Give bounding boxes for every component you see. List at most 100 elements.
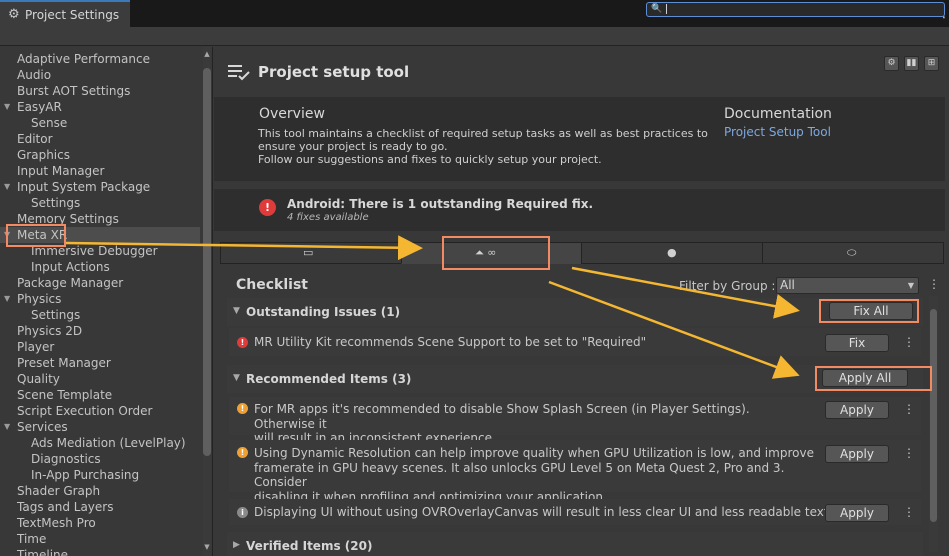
foldout-arrow-icon[interactable]: ▼ [233,373,240,383]
overview-line: ensure your project is ready to go. [258,140,448,153]
sidebar-item-label: Graphics [17,148,70,162]
sidebar-item-label: Preset Manager [17,356,111,370]
settings-sidebar: Adaptive Performance Audio Burst AOT Setti… [0,47,213,556]
sidebar-item[interactable]: ▼ Input System Package [0,179,200,195]
main-scrollbar-thumb[interactable] [930,309,937,522]
sidebar-item[interactable]: ▼ EasyAR [0,99,200,115]
recommendation-text: Displaying UI without using OVROverlayCa… [254,505,833,519]
highlight-android-tab [442,236,550,270]
sidebar-item[interactable]: Physics 2D [0,323,200,339]
sidebar-scrollbar-thumb[interactable] [203,68,211,456]
sidebar-item[interactable]: Package Manager [0,275,200,291]
issue-text: MR Utility Kit recommends Scene Support … [254,335,647,349]
sidebar-item[interactable]: Audio [0,67,200,83]
item-menu-icon[interactable]: ⋮ [903,447,915,459]
overview-line: This tool maintains a checklist of requi… [258,127,708,140]
item-menu-icon[interactable]: ⋮ [903,336,915,348]
recommendation-text: Using Dynamic Resolution can help improv… [254,446,814,504]
layout-icon[interactable]: ▮▮ [904,56,919,71]
sidebar-item-label: Ads Mediation (LevelPlay) [31,436,186,450]
error-icon: ! [237,337,248,348]
sidebar-item[interactable]: Player [0,339,200,355]
sidebar-item[interactable]: ▼ Services [0,419,200,435]
sidebar-item[interactable]: Adaptive Performance [0,51,200,67]
settings-icon[interactable]: ⚙ [884,56,899,71]
sidebar-item-label: Physics [17,292,62,306]
foldout-arrow-icon[interactable]: ▼ [4,99,10,115]
sidebar-item-label: Input System Package [17,180,151,194]
sidebar-item[interactable]: Time [0,531,200,547]
sidebar-item[interactable]: Graphics [0,147,200,163]
highlight-fix-all [819,299,919,323]
sidebar-item[interactable]: Scene Template [0,387,200,403]
sidebar-item[interactable]: Settings [0,307,200,323]
highlight-apply-all [815,366,932,391]
highlight-meta-xr [6,224,66,247]
sidebar-item[interactable]: Diagnostics [0,451,200,467]
tab-title: Project Settings [25,7,120,22]
sidebar-item-label: EasyAR [17,100,62,114]
vr-headset-icon: ⬭ [847,246,857,259]
preset-icon[interactable]: ⊞ [924,56,939,71]
sidebar-item[interactable]: Input Actions [0,259,200,275]
scroll-down-arrow-icon[interactable]: ▼ [203,543,211,551]
fix-button[interactable]: Fix [825,334,889,352]
chevron-down-icon: ▼ [907,281,914,290]
checklist-icon [228,65,250,81]
info-icon: i [237,507,248,518]
sidebar-item[interactable]: Editor [0,131,200,147]
sidebar-item[interactable]: Tags and Layers [0,499,200,515]
sidebar-item-label: TextMesh Pro [17,516,96,530]
sidebar-item-label: Quality [17,372,60,386]
sidebar-item[interactable]: Quality [0,371,200,387]
warning-icon: ! [237,403,248,414]
foldout-arrow-icon[interactable]: ▶ [233,540,240,550]
documentation-link[interactable]: Project Setup Tool [724,125,831,140]
text-line: framerate in GPU heavy scenes. It also u… [254,460,785,490]
apply-button[interactable]: Apply [825,504,889,522]
filter-dropdown[interactable]: All ▼ [776,277,919,294]
page-title: Project setup tool [258,63,410,81]
recommendation-text: For MR apps it's recommended to disable … [254,402,814,446]
sidebar-item-label: Package Manager [17,276,124,290]
sidebar-item[interactable]: Settings [0,195,200,211]
sidebar-item[interactable]: In-App Purchasing [0,467,200,483]
text-line: For MR apps it's recommended to disable … [254,402,750,431]
sidebar-item[interactable]: Ads Mediation (LevelPlay) [0,435,200,451]
sidebar-item[interactable]: Burst AOT Settings [0,83,200,99]
foldout-arrow-icon[interactable]: ▼ [4,419,10,435]
apply-button[interactable]: Apply [825,445,889,463]
sidebar-item-label: Scene Template [17,388,113,402]
sidebar-item[interactable]: Timeline [0,547,200,556]
overview-line: Follow our suggestions and fixes to quic… [258,153,602,166]
sidebar-item[interactable]: TextMesh Pro [0,515,200,531]
desktop-icon: ▭ [303,246,314,259]
sidebar-item-label: In-App Purchasing [31,468,140,482]
alert-title: Android: There is 1 outstanding Required… [287,197,594,211]
sidebar-item-label: Shader Graph [17,484,101,498]
foldout-arrow-icon[interactable]: ▼ [4,179,10,195]
foldout-arrow-icon[interactable]: ▼ [233,306,240,316]
apply-button[interactable]: Apply [825,401,889,419]
sidebar-item-label: Input Manager [17,164,105,178]
filter-value: All [780,278,795,292]
sidebar-item[interactable]: Preset Manager [0,355,200,371]
warning-icon: ! [237,447,248,458]
sidebar-item-label: Timeline [17,548,69,556]
scroll-up-arrow-icon[interactable]: ▲ [203,50,211,58]
outstanding-title: Outstanding Issues (1) [246,305,401,319]
sidebar-item[interactable]: Input Manager [0,163,200,179]
item-menu-icon[interactable]: ⋮ [903,506,915,518]
sidebar-item[interactable]: ▼ Physics [0,291,200,307]
sidebar-item[interactable]: Shader Graph [0,483,200,499]
documentation-title: Documentation [724,106,832,122]
foldout-arrow-icon[interactable]: ▼ [4,291,10,307]
checklist-menu-icon[interactable]: ⋮ [928,278,940,290]
search-icon: 🔍 [651,4,663,14]
search-input[interactable]: 🔍 [646,2,945,17]
apple-icon: ● [667,246,677,259]
project-settings-tab[interactable]: ⚙ Project Settings [0,0,130,27]
sidebar-item[interactable]: Sense [0,115,200,131]
sidebar-item[interactable]: Script Execution Order [0,403,200,419]
item-menu-icon[interactable]: ⋮ [903,403,915,415]
